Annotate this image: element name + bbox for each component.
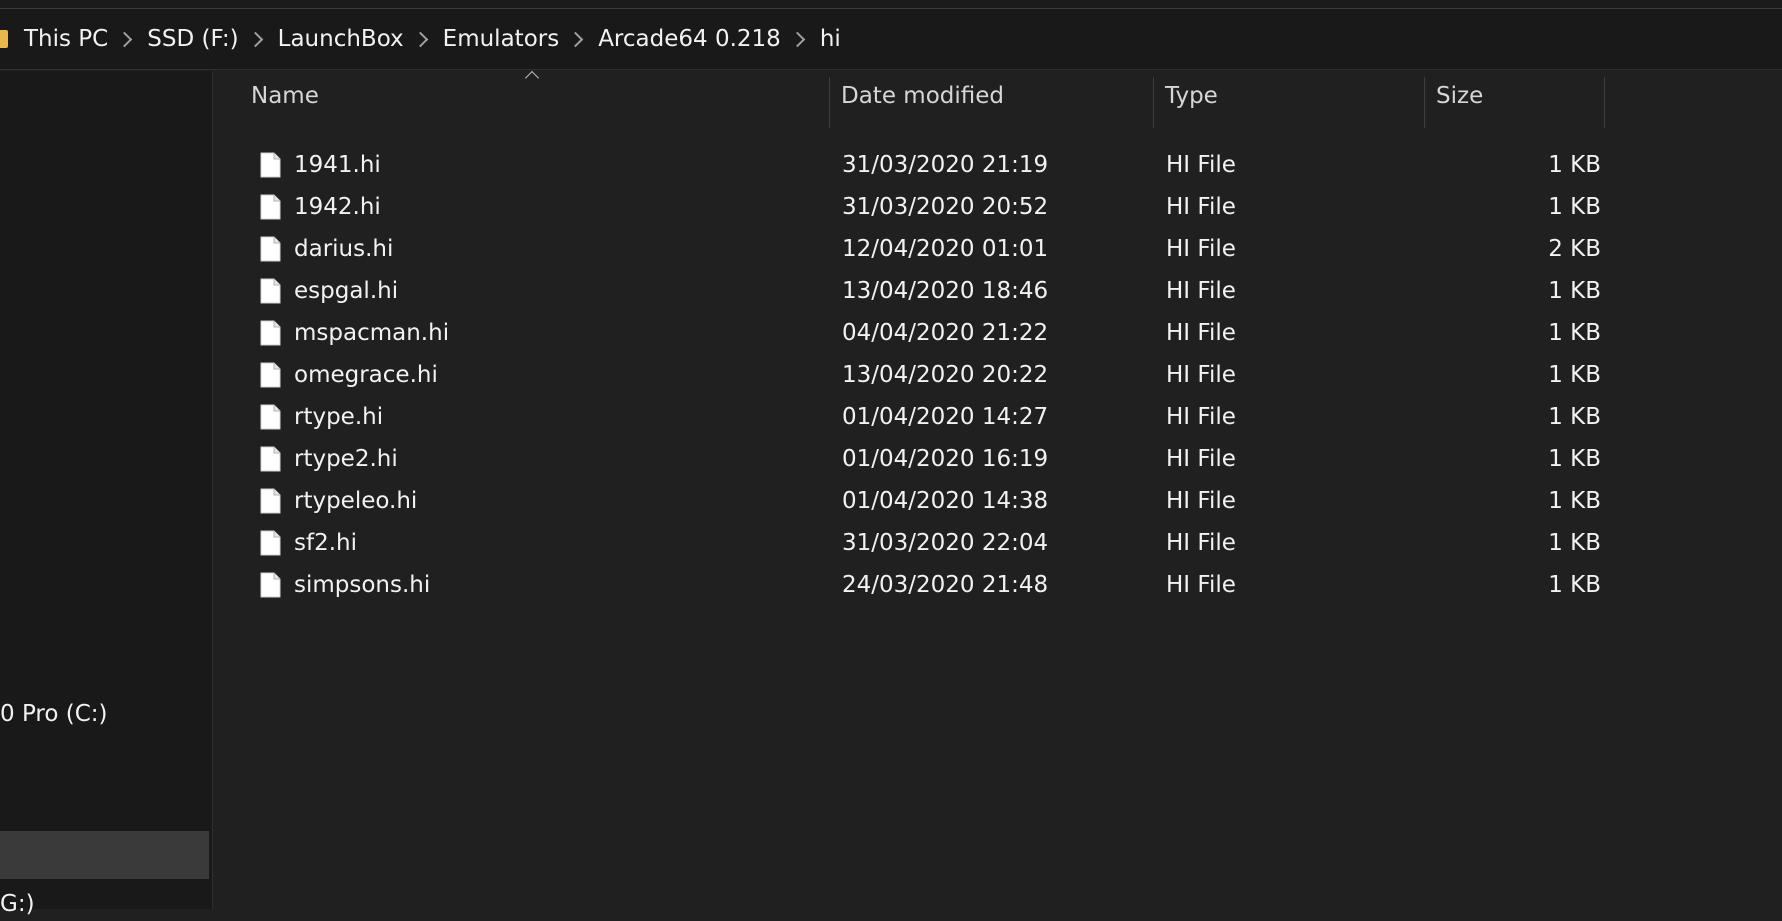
- file-date-modified: 31/03/2020 22:04: [842, 530, 1049, 556]
- file-type: HI File: [1166, 236, 1236, 262]
- file-name: omegrace.hi: [294, 362, 438, 388]
- column-header-size[interactable]: Size: [1425, 71, 1605, 122]
- file-date-modified: 04/04/2020 21:22: [842, 320, 1049, 346]
- file-date-modified: 31/03/2020 21:19: [842, 152, 1049, 178]
- file-type: HI File: [1166, 572, 1236, 598]
- file-row[interactable]: darius.hi 12/04/2020 01:01 HI File 2 KB: [213, 228, 1613, 270]
- file-row[interactable]: omegrace.hi 13/04/2020 20:22 HI File 1 K…: [213, 354, 1613, 396]
- file-name: rtype.hi: [294, 404, 384, 430]
- chevron-right-icon[interactable]: [789, 31, 806, 47]
- file-date-modified: 12/04/2020 01:01: [842, 236, 1049, 262]
- file-type: HI File: [1166, 278, 1236, 304]
- breadcrumb-launchbox[interactable]: LaunchBox: [278, 26, 404, 52]
- file-name: simpsons.hi: [294, 572, 431, 598]
- file-row[interactable]: espgal.hi 13/04/2020 18:46 HI File 1 KB: [213, 270, 1613, 312]
- file-name: espgal.hi: [294, 278, 399, 304]
- file-size: 1 KB: [1548, 488, 1601, 514]
- file-date-modified: 13/04/2020 20:22: [842, 362, 1049, 388]
- breadcrumb-emulators[interactable]: Emulators: [443, 26, 560, 52]
- address-bar[interactable]: This PC SSD (F:) LaunchBox Emulators Arc…: [0, 9, 1782, 70]
- nav-item-drive-g[interactable]: G:): [0, 887, 35, 921]
- file-date-modified: 31/03/2020 20:52: [842, 194, 1049, 220]
- file-icon: [260, 488, 281, 514]
- file-size: 2 KB: [1548, 236, 1601, 262]
- file-row[interactable]: 1942.hi 31/03/2020 20:52 HI File 1 KB: [213, 186, 1613, 228]
- chevron-right-icon[interactable]: [412, 31, 428, 47]
- file-type: HI File: [1166, 362, 1236, 388]
- file-icon: [260, 236, 281, 262]
- file-name: rtype2.hi: [294, 446, 398, 472]
- file-size: 1 KB: [1548, 278, 1601, 304]
- file-row[interactable]: rtype2.hi 01/04/2020 16:19 HI File 1 KB: [213, 438, 1613, 480]
- file-row[interactable]: sf2.hi 31/03/2020 22:04 HI File 1 KB: [213, 522, 1613, 564]
- file-list: 1941.hi 31/03/2020 21:19 HI File 1 KB 19…: [213, 144, 1782, 606]
- file-size: 1 KB: [1548, 362, 1601, 388]
- file-icon: [260, 194, 281, 220]
- file-row[interactable]: 1941.hi 31/03/2020 21:19 HI File 1 KB: [213, 144, 1613, 186]
- file-name: rtypeleo.hi: [294, 488, 418, 514]
- file-date-modified: 01/04/2020 16:19: [842, 446, 1049, 472]
- file-icon: [260, 446, 281, 472]
- file-date-modified: 01/04/2020 14:27: [842, 404, 1049, 430]
- file-icon: [260, 278, 281, 304]
- folder-icon: [0, 30, 8, 48]
- file-name: 1942.hi: [294, 194, 381, 220]
- file-name: 1941.hi: [294, 152, 381, 178]
- file-date-modified: 24/03/2020 21:48: [842, 572, 1049, 598]
- file-type: HI File: [1166, 194, 1236, 220]
- breadcrumb-this-pc[interactable]: This PC: [24, 26, 108, 52]
- chevron-right-icon[interactable]: [247, 31, 263, 47]
- column-header-name[interactable]: Name: [241, 71, 792, 122]
- nav-item-selected[interactable]: [0, 831, 209, 879]
- file-type: HI File: [1166, 404, 1236, 430]
- file-name: darius.hi: [294, 236, 394, 262]
- file-icon: [260, 320, 281, 346]
- file-date-modified: 01/04/2020 14:38: [842, 488, 1049, 514]
- file-size: 1 KB: [1548, 530, 1601, 556]
- breadcrumb-ssd-f[interactable]: SSD (F:): [147, 26, 238, 52]
- column-header-type[interactable]: Type: [1154, 71, 1426, 122]
- file-name: sf2.hi: [294, 530, 357, 556]
- column-header-row: Name Date modified Type Size: [213, 70, 1782, 128]
- file-icon: [260, 152, 281, 178]
- file-size: 1 KB: [1548, 446, 1601, 472]
- file-name: mspacman.hi: [294, 320, 450, 346]
- breadcrumb-hi[interactable]: hi: [820, 26, 841, 52]
- file-date-modified: 13/04/2020 18:46: [842, 278, 1049, 304]
- file-list-pane[interactable]: Name Date modified Type Size 1941.hi 31/…: [213, 70, 1782, 909]
- file-row[interactable]: simpsons.hi 24/03/2020 21:48 HI File 1 K…: [213, 564, 1613, 606]
- file-type: HI File: [1166, 152, 1236, 178]
- file-type: HI File: [1166, 320, 1236, 346]
- file-type: HI File: [1166, 530, 1236, 556]
- file-icon: [260, 362, 281, 388]
- column-divider[interactable]: [1604, 77, 1605, 128]
- file-size: 1 KB: [1548, 404, 1601, 430]
- file-size: 1 KB: [1548, 320, 1601, 346]
- file-row[interactable]: rtype.hi 01/04/2020 14:27 HI File 1 KB: [213, 396, 1613, 438]
- file-type: HI File: [1166, 446, 1236, 472]
- file-row[interactable]: mspacman.hi 04/04/2020 21:22 HI File 1 K…: [213, 312, 1613, 354]
- chevron-right-icon[interactable]: [567, 31, 584, 47]
- breadcrumb-arcade64[interactable]: Arcade64 0.218: [598, 26, 781, 52]
- file-icon: [260, 530, 281, 556]
- file-icon: [260, 404, 281, 430]
- window-title-strip: [0, 0, 1782, 9]
- navigation-pane[interactable]: 0 Pro (C:) G:): [0, 71, 213, 917]
- chevron-right-icon[interactable]: [116, 31, 133, 47]
- column-header-date-modified[interactable]: Date modified: [830, 71, 1155, 122]
- nav-item-drive-c[interactable]: 0 Pro (C:): [0, 697, 108, 731]
- file-icon: [260, 572, 281, 598]
- file-size: 1 KB: [1548, 572, 1601, 598]
- file-row[interactable]: rtypeleo.hi 01/04/2020 14:38 HI File 1 K…: [213, 480, 1613, 522]
- file-size: 1 KB: [1548, 152, 1601, 178]
- file-size: 1 KB: [1548, 194, 1601, 220]
- file-type: HI File: [1166, 488, 1236, 514]
